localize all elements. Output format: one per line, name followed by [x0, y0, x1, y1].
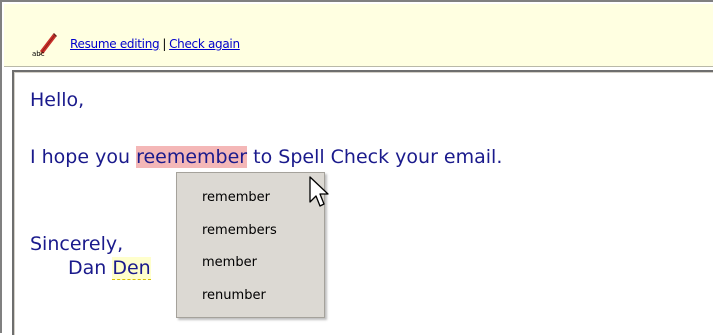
spellcheck-toolbar: abc Resume editing | Check again	[4, 4, 713, 67]
suggestion-item[interactable]: remembers	[202, 221, 277, 241]
spellcheck-abc-icon: abc	[32, 33, 57, 57]
editor-area[interactable]	[14, 72, 713, 335]
suggestion-menu: remember remembers member renumber	[176, 172, 325, 318]
closing-line: Sincerely,	[30, 233, 124, 255]
resume-editing-link[interactable]: Resume editing	[70, 37, 160, 51]
spellcheck-window: abc Resume editing | Check again Hello, I …	[0, 0, 713, 335]
body-text-before: I hope you	[30, 146, 137, 168]
suggestion-item[interactable]: member	[202, 253, 257, 273]
svg-text:abc: abc	[32, 50, 45, 57]
signature-first-name: Dan	[68, 257, 113, 279]
toolbar-links: Resume editing | Check again	[70, 37, 240, 51]
suggestion-item[interactable]: remember	[202, 188, 270, 208]
check-again-link[interactable]: Check again	[169, 37, 240, 51]
flagged-word[interactable]: Den	[112, 257, 151, 280]
body-line: I hope you reemember to Spell Check your…	[30, 146, 502, 168]
signature-line: Dan Den	[68, 257, 151, 280]
body-text-after: to Spell Check your email.	[247, 146, 503, 168]
suggestion-item[interactable]: renumber	[202, 286, 266, 306]
misspelled-word[interactable]: reemember	[136, 146, 248, 168]
mouse-pointer-icon	[309, 176, 329, 207]
greeting-line: Hello,	[30, 89, 85, 111]
link-separator: |	[162, 37, 167, 51]
